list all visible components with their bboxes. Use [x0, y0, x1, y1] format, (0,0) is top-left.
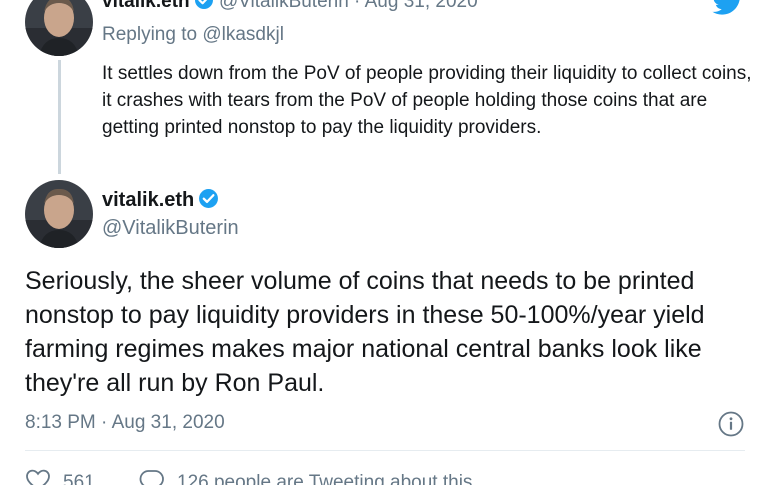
replying-to-mention[interactable]: @lkasdkjl: [202, 24, 284, 45]
info-icon[interactable]: [718, 411, 744, 437]
verified-badge-icon: [194, 0, 214, 17]
avatar[interactable]: [25, 180, 93, 248]
tweet-timestamp[interactable]: 8:13 PM · Aug 31, 2020: [25, 410, 225, 436]
handle[interactable]: @VitalikButerin: [102, 215, 239, 241]
separator: ·: [354, 0, 361, 12]
tweet-page: vitalik.eth @VitalikButerin · Aug 31, 20…: [0, 0, 768, 485]
tweeting-about-text: 126 people are Tweeting about this: [177, 472, 473, 485]
main-display-name-row: vitalik.eth: [102, 187, 219, 216]
heart-icon[interactable]: [25, 468, 51, 485]
main-tweet-text: Seriously, the sheer volume of coins tha…: [25, 267, 705, 397]
display-name[interactable]: vitalik.eth: [102, 189, 194, 211]
replying-to-prefix: Replying to: [102, 24, 198, 45]
replying-to: Replying to @lkasdkjl: [102, 23, 284, 47]
display-name[interactable]: vitalik.eth: [102, 0, 190, 12]
verified-badge-icon: [198, 188, 219, 216]
like-stat[interactable]: 561: [25, 468, 95, 485]
parent-tweet-text: It settles down from the PoV of people p…: [102, 63, 752, 138]
like-count: 561: [63, 472, 95, 485]
tweeting-about-stat[interactable]: 126 people are Tweeting about this: [139, 468, 472, 485]
divider: [25, 450, 745, 451]
twitter-bird-icon[interactable]: [712, 0, 744, 16]
parent-tweet-header: vitalik.eth @VitalikButerin · Aug 31, 20…: [102, 0, 478, 17]
thread-line: [58, 60, 61, 174]
handle[interactable]: @VitalikButerin: [219, 0, 349, 12]
speech-bubble-icon[interactable]: [139, 468, 165, 485]
avatar[interactable]: [25, 0, 93, 56]
tweet-date[interactable]: Aug 31, 2020: [365, 0, 478, 12]
